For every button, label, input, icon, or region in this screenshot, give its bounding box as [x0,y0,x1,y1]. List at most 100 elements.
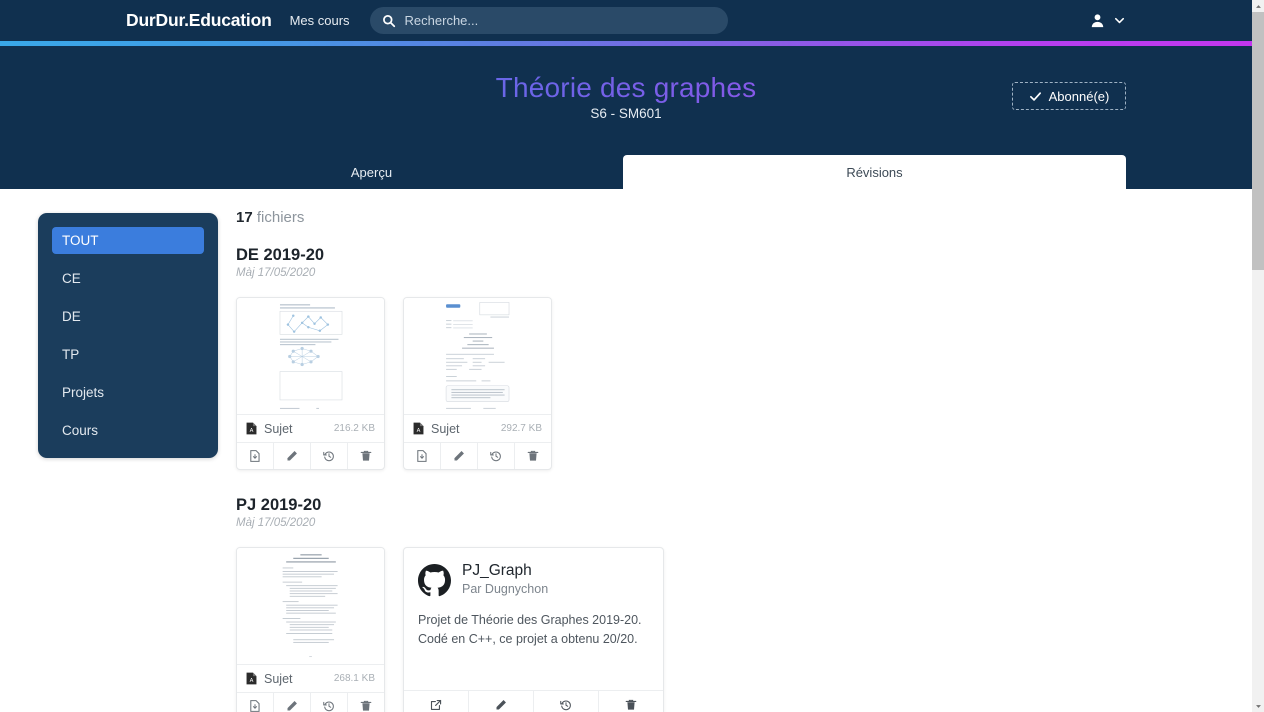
history-button[interactable] [534,691,599,712]
nav-link-my-courses[interactable]: Mes cours [290,13,350,28]
scrollbar-thumb[interactable] [1252,12,1264,270]
chevron-down-icon [1114,17,1125,24]
search-box[interactable]: Recherche... [369,7,728,34]
pencil-icon [287,451,297,461]
trash-icon [360,450,372,461]
sidebar-item-label: TOUT [62,233,99,248]
svg-text:A: A [250,678,254,684]
github-card-actions [404,690,663,712]
trash-icon [360,700,372,711]
tab-revisions[interactable]: Révisions [623,155,1126,189]
search-icon [382,14,395,27]
edit-button[interactable] [274,693,311,712]
file-card-row: A Sujet 216.2 KB A Sujet 292.7 KB [236,297,1176,470]
page-scrollbar[interactable] [1252,0,1264,712]
file-size: 292.7 KB [500,423,542,434]
file-thumbnail[interactable] [404,298,551,415]
file-card[interactable]: A Sujet 268.1 KB [236,547,385,712]
sidebar-item-label: DE [62,309,81,324]
history-icon [560,700,571,711]
delete-button[interactable] [348,443,384,469]
file-name: Sujet [264,421,293,436]
graph-exam-page-thumb [266,298,355,414]
text-page-thumb [266,548,355,664]
delete-button[interactable] [348,693,384,712]
svg-text:A: A [417,428,421,434]
history-icon [490,451,501,462]
sidebar-item-tout[interactable]: TOUT [52,227,204,254]
check-icon [1029,91,1041,101]
delete-button[interactable] [515,443,551,469]
github-icon [418,564,451,597]
history-button[interactable] [311,443,348,469]
history-button[interactable] [478,443,515,469]
chevron-up-icon [1255,4,1261,8]
sidebar-item-cours[interactable]: Cours [52,417,204,444]
sidebar-item-label: TP [62,347,80,362]
history-button[interactable] [311,693,348,712]
subscribe-button-label: Abonné(e) [1048,88,1110,104]
pdf-file-icon: A [413,422,424,435]
file-meta: A Sujet 216.2 KB [237,415,384,443]
sidebar-item-ce[interactable]: CE [52,265,204,292]
sidebar-item-label: CE [62,271,81,286]
file-count-number: 17 [236,209,253,226]
user-icon [1091,14,1104,28]
document-page-thumb [433,298,522,414]
main-content: TOUT CE DE TP Projets Cours 17 fichiers [0,189,1252,712]
category-sidebar: TOUT CE DE TP Projets Cours [38,213,218,458]
file-thumbnail[interactable] [237,298,384,415]
file-name: Sujet [264,671,293,686]
github-project-card[interactable]: PJ_Graph Par Dugnychon Projet de Théorie… [403,547,664,712]
file-count: 17 fichiers [236,209,1176,226]
file-meta: A Sujet 268.1 KB [237,665,384,693]
tab-apercu-label: Aperçu [350,164,393,180]
file-thumbnail[interactable] [237,548,384,665]
delete-button[interactable] [599,691,663,712]
file-group: DE 2019-20 Màj 17/05/2020 A Sujet 216.2 … [236,246,1176,470]
open-external-button[interactable] [404,691,469,712]
file-download-icon [250,450,260,462]
download-button[interactable] [404,443,441,469]
brand-logo[interactable]: DurDur.Education [126,10,272,31]
file-meta: A Sujet 292.7 KB [404,415,551,443]
chevron-down-icon [1255,704,1261,708]
subscribe-button[interactable]: Abonné(e) [1012,82,1126,110]
tab-apercu[interactable]: Aperçu [120,155,623,189]
download-button[interactable] [237,693,274,712]
download-button[interactable] [237,443,274,469]
file-actions [237,693,384,712]
app-root: DurDur.Education Mes cours Recherche... … [0,0,1264,712]
user-menu[interactable] [1090,13,1126,28]
github-repo-name: PJ_Graph [462,562,532,579]
file-card[interactable]: A Sujet 292.7 KB [403,297,552,470]
history-icon [323,451,334,462]
sidebar-item-tp[interactable]: TP [52,341,204,368]
edit-button[interactable] [441,443,478,469]
edit-button[interactable] [469,691,534,712]
scroll-down-button[interactable] [1252,700,1264,712]
file-card[interactable]: A Sujet 216.2 KB [236,297,385,470]
file-size: 216.2 KB [333,423,375,434]
github-card-header: PJ_Graph Par Dugnychon [404,548,663,597]
scroll-up-button[interactable] [1252,0,1264,12]
github-repo-description: Projet de Théorie des Graphes 2019-20. C… [418,613,642,646]
file-size: 268.1 KB [333,673,375,684]
file-group-date: Màj 17/05/2020 [236,517,316,529]
edit-button[interactable] [274,443,311,469]
sidebar-item-label: Projets [62,385,105,400]
course-tabs: Aperçu Révisions [120,155,1126,189]
search-input[interactable]: Recherche... [405,13,479,28]
file-group-date: Màj 17/05/2020 [236,267,316,279]
file-actions [237,443,384,469]
sidebar-item-label: Cours [62,423,99,438]
pencil-icon [496,700,506,710]
files-panel: 17 fichiers DE 2019-20 Màj 17/05/2020 A … [236,209,1176,712]
svg-text:A: A [250,428,254,434]
sidebar-item-de[interactable]: DE [52,303,204,330]
sidebar-item-projets[interactable]: Projets [52,379,204,406]
trash-icon [527,450,539,461]
trash-icon [625,699,637,710]
file-group-title: PJ 2019-20 [236,496,322,514]
file-name: Sujet [431,421,460,436]
